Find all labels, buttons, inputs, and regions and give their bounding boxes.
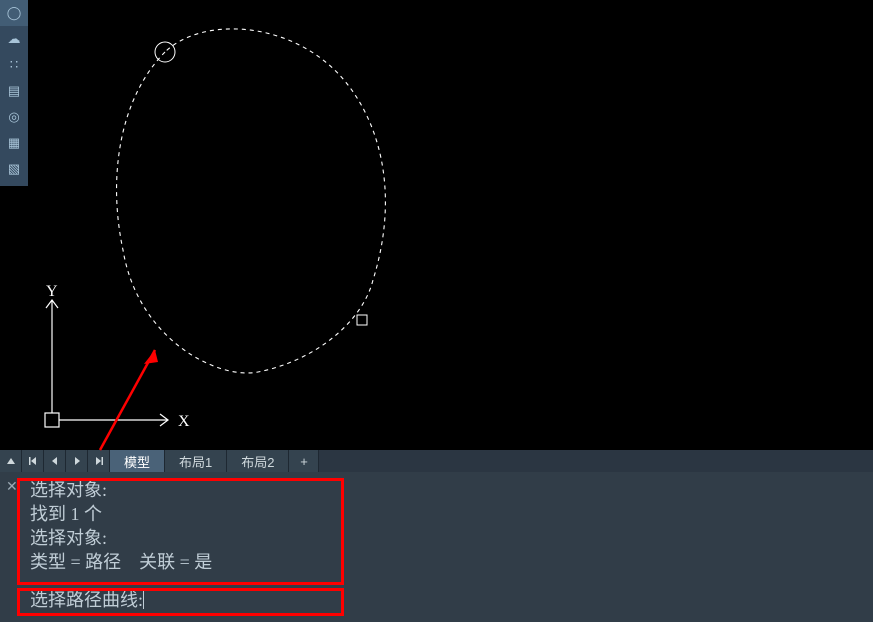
grid-tool-button[interactable]: ▦ [0,130,28,156]
dots-icon: ∷ [10,57,18,73]
y-axis-label: Y [46,283,58,300]
ring-icon: ◎ [8,109,19,125]
tab-add-button[interactable]: + [289,450,319,472]
tab-layout1[interactable]: 布局1 [165,450,227,472]
surface-tool-button[interactable]: ▤ [0,78,28,104]
command-prompt: 选择路径曲线: [0,584,873,618]
command-prompt-label: 选择路径曲线: [30,586,143,612]
cloud-icon: ☁ [8,31,21,47]
grid-icon: ▦ [8,135,20,151]
palette-icon: ▧ [8,161,20,177]
cloud-tool-button[interactable]: ☁ [0,26,28,52]
surface-icon: ▤ [8,83,20,99]
plus-icon: + [300,454,308,469]
command-input[interactable] [143,589,371,609]
command-panel: 选择对象: 找到 1 个 选择对象: 类型 = 路径 关联 = 是 选择路径曲线… [0,472,873,622]
last-tab-button[interactable] [88,450,110,472]
first-tab-button[interactable] [22,450,44,472]
drawing-canvas[interactable]: X Y [28,0,873,472]
tab-layout2[interactable]: 布局2 [227,450,289,472]
tab-model-label: 模型 [124,452,150,471]
layout-tab-bar: 模型 布局1 布局2 + [0,450,873,472]
circle-icon: ◯ [7,5,22,21]
dots-tool-button[interactable]: ∷ [0,52,28,78]
expand-up-button[interactable] [0,450,22,472]
tab-layout2-label: 布局2 [241,452,274,471]
command-history: 选择对象: 找到 1 个 选择对象: 类型 = 路径 关联 = 是 [0,472,873,576]
tab-model[interactable]: 模型 [110,450,165,472]
circle-tool-button[interactable]: ◯ [0,0,28,26]
prev-tab-button[interactable] [44,450,66,472]
tab-layout1-label: 布局1 [179,452,212,471]
palette-tool-button[interactable]: ▧ [0,156,28,182]
next-tab-button[interactable] [66,450,88,472]
left-toolbar: ◯ ☁ ∷ ▤ ◎ ▦ ▧ [0,0,28,186]
close-command-button[interactable]: ✕ [6,478,18,495]
ring-tool-button[interactable]: ◎ [0,104,28,130]
x-axis-label: X [178,413,190,430]
